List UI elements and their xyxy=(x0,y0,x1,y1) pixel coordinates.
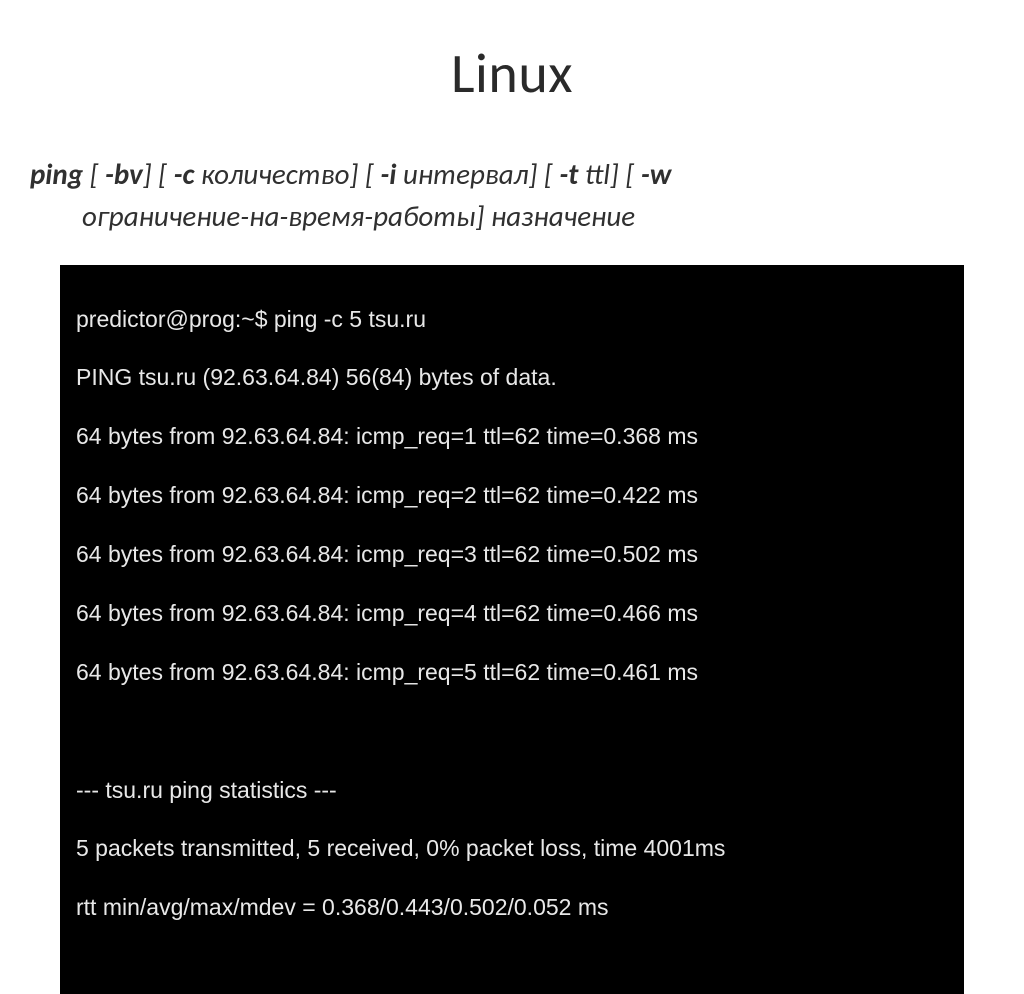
terminal-line: predictor@prog:~$ ping -c 5 tsu.ru xyxy=(76,305,950,334)
terminal-line: 64 bytes from 92.63.64.84: icmp_req=5 tt… xyxy=(76,658,950,687)
slide: Linux ping [ -bv] [ -c количество] [ -i … xyxy=(0,0,1024,768)
terminal-line: PING tsu.ru (92.63.64.84) 56(84) bytes o… xyxy=(76,363,950,392)
terminal-output: predictor@prog:~$ ping -c 5 tsu.ru PING … xyxy=(60,265,964,994)
terminal-line: 64 bytes from 92.63.64.84: icmp_req=3 tt… xyxy=(76,540,950,569)
syntax-text: интервал] [ xyxy=(396,156,559,192)
terminal-line: rtt min/avg/max/mdev = 0.368/0.443/0.502… xyxy=(76,893,950,922)
syntax-text: ttl] [ xyxy=(578,156,641,192)
syntax-text: [ xyxy=(83,156,105,192)
terminal-line: 64 bytes from 92.63.64.84: icmp_req=4 tt… xyxy=(76,599,950,628)
terminal-line: 64 bytes from 92.63.64.84: icmp_req=2 tt… xyxy=(76,481,950,510)
terminal-line: --- tsu.ru ping statistics --- xyxy=(76,776,950,805)
syntax-flag-t: -t xyxy=(559,156,578,192)
syntax-flag-w: -w xyxy=(641,156,672,192)
slide-title: Linux xyxy=(0,40,1024,108)
terminal-line xyxy=(76,717,950,746)
terminal-line: 5 packets transmitted, 5 received, 0% pa… xyxy=(76,834,950,863)
syntax-line2: ограничение-на-время-работы] назначение xyxy=(30,195,635,237)
syntax-flag-c: -c xyxy=(174,156,195,192)
syntax-text: количество] [ xyxy=(194,156,380,192)
syntax-text: ] [ xyxy=(143,156,174,192)
syntax-flag-i: -i xyxy=(380,156,396,192)
syntax-flag-bv: -bv xyxy=(105,156,143,192)
terminal-line: 64 bytes from 92.63.64.84: icmp_req=1 tt… xyxy=(76,422,950,451)
ping-syntax: ping [ -bv] [ -c количество] [ -i интерв… xyxy=(0,153,1024,237)
syntax-cmd: ping xyxy=(30,156,83,192)
